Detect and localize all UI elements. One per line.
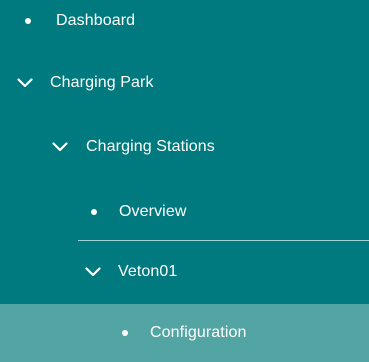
sidebar-item-label: Dashboard bbox=[56, 12, 136, 29]
sidebar-nav: Dashboard Charging Park Charging Station… bbox=[0, 0, 369, 362]
divider bbox=[78, 240, 369, 241]
sidebar-item-label: Overview bbox=[119, 203, 187, 220]
sidebar-item-label: Charging Park bbox=[50, 74, 154, 91]
sidebar-item-label: Veton01 bbox=[118, 263, 178, 280]
chevron-down-icon[interactable] bbox=[85, 267, 101, 277]
sidebar-item-veton01[interactable]: Veton01 bbox=[0, 250, 369, 294]
sidebar-item-label: Configuration bbox=[150, 324, 247, 341]
sidebar-item-charging-stations[interactable]: Charging Stations bbox=[0, 126, 369, 168]
bullet-icon bbox=[91, 209, 97, 215]
sidebar-item-configuration[interactable]: Configuration bbox=[0, 304, 369, 362]
chevron-down-icon[interactable] bbox=[52, 142, 68, 152]
sidebar-item-charging-park[interactable]: Charging Park bbox=[0, 62, 369, 104]
bullet-icon bbox=[25, 18, 31, 24]
sidebar-item-overview[interactable]: Overview bbox=[0, 190, 369, 234]
chevron-down-icon[interactable] bbox=[17, 78, 33, 88]
sidebar-item-label: Charging Stations bbox=[86, 138, 215, 155]
bullet-icon bbox=[122, 330, 128, 336]
sidebar-item-dashboard[interactable]: Dashboard bbox=[0, 0, 369, 42]
